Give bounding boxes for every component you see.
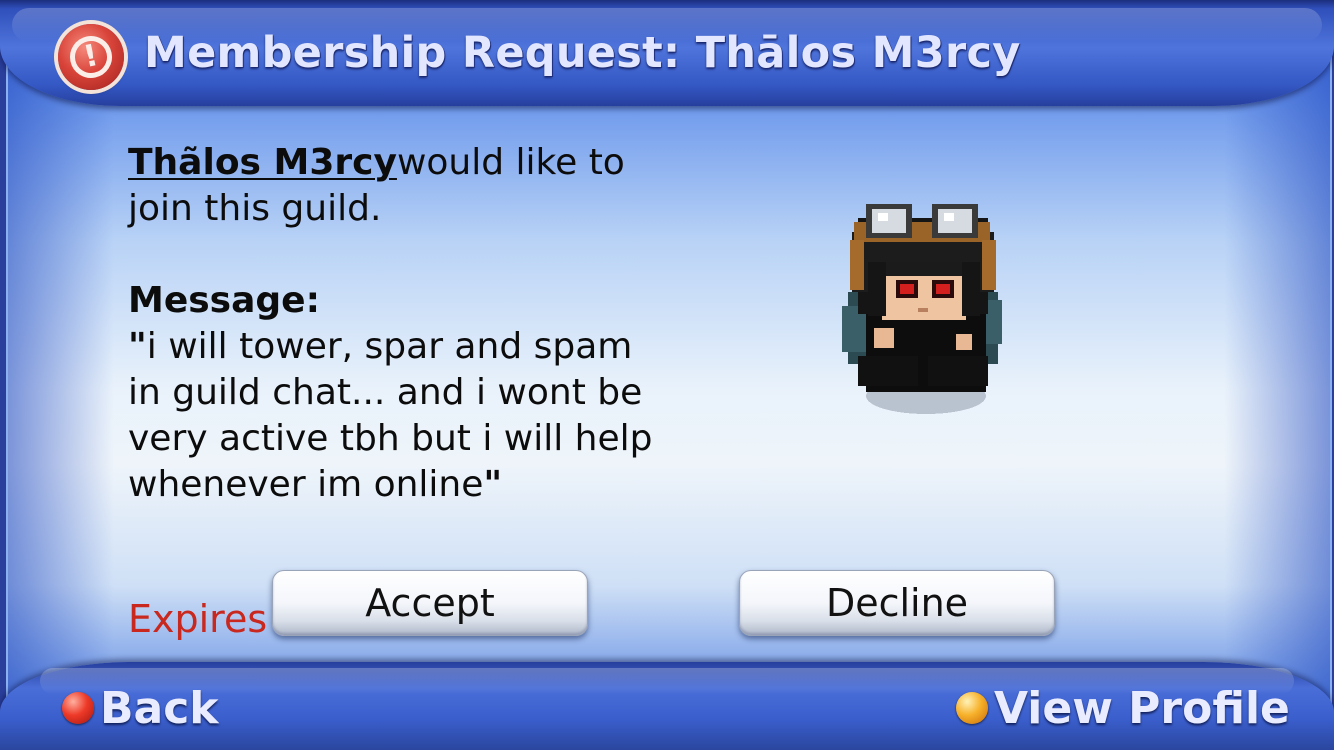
- message-body: "i will tower, spar and spam in guild ch…: [128, 324, 668, 508]
- message-text: i will tower, spar and spam in guild cha…: [128, 326, 653, 505]
- red-button-icon: [62, 692, 94, 724]
- alert-icon: !: [58, 24, 124, 90]
- accept-button[interactable]: Accept: [272, 570, 588, 636]
- exclamation-icon: !: [66, 32, 116, 82]
- message-label: Message:: [128, 280, 320, 321]
- open-quote: ": [128, 326, 147, 367]
- expires-label: Expires: [128, 597, 268, 641]
- title-bar: ! Membership Request: Thālos M3rcy: [0, 0, 1334, 106]
- view-profile-label: View Profile: [994, 682, 1290, 734]
- close-quote: ": [483, 464, 503, 505]
- request-content: Thãlos M3rcywould like to join this guil…: [128, 140, 668, 508]
- orange-button-icon: [956, 692, 988, 724]
- player-name-link[interactable]: Thãlos M3rcy: [128, 142, 397, 183]
- back-button[interactable]: Back: [62, 680, 219, 736]
- decline-button[interactable]: Decline: [739, 570, 1055, 636]
- view-profile-button[interactable]: View Profile: [956, 680, 1290, 736]
- dialog-title: Membership Request: Thālos M3rcy: [144, 28, 1021, 78]
- player-avatar: [842, 204, 1002, 414]
- request-line: Thãlos M3rcywould like to join this guil…: [128, 140, 668, 232]
- back-label: Back: [100, 682, 219, 734]
